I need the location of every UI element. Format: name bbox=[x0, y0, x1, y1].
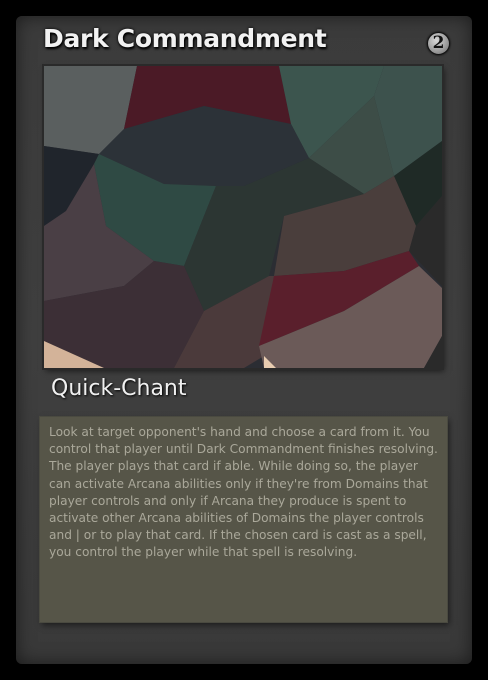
rules-text-box: Look at target opponent's hand and choos… bbox=[40, 417, 447, 622]
mana-cost-icon: 2 bbox=[427, 32, 450, 55]
card-type-line: Quick-Chant bbox=[51, 376, 187, 401]
abstract-art-image bbox=[44, 66, 442, 368]
mana-cost-value: 2 bbox=[432, 33, 445, 53]
card-title: Dark Commandment bbox=[43, 24, 327, 53]
card-art bbox=[44, 66, 442, 368]
rules-text: Look at target opponent's hand and choos… bbox=[49, 425, 438, 560]
card[interactable]: Dark Commandment 2 Quick-Chant Look at t… bbox=[0, 0, 488, 680]
